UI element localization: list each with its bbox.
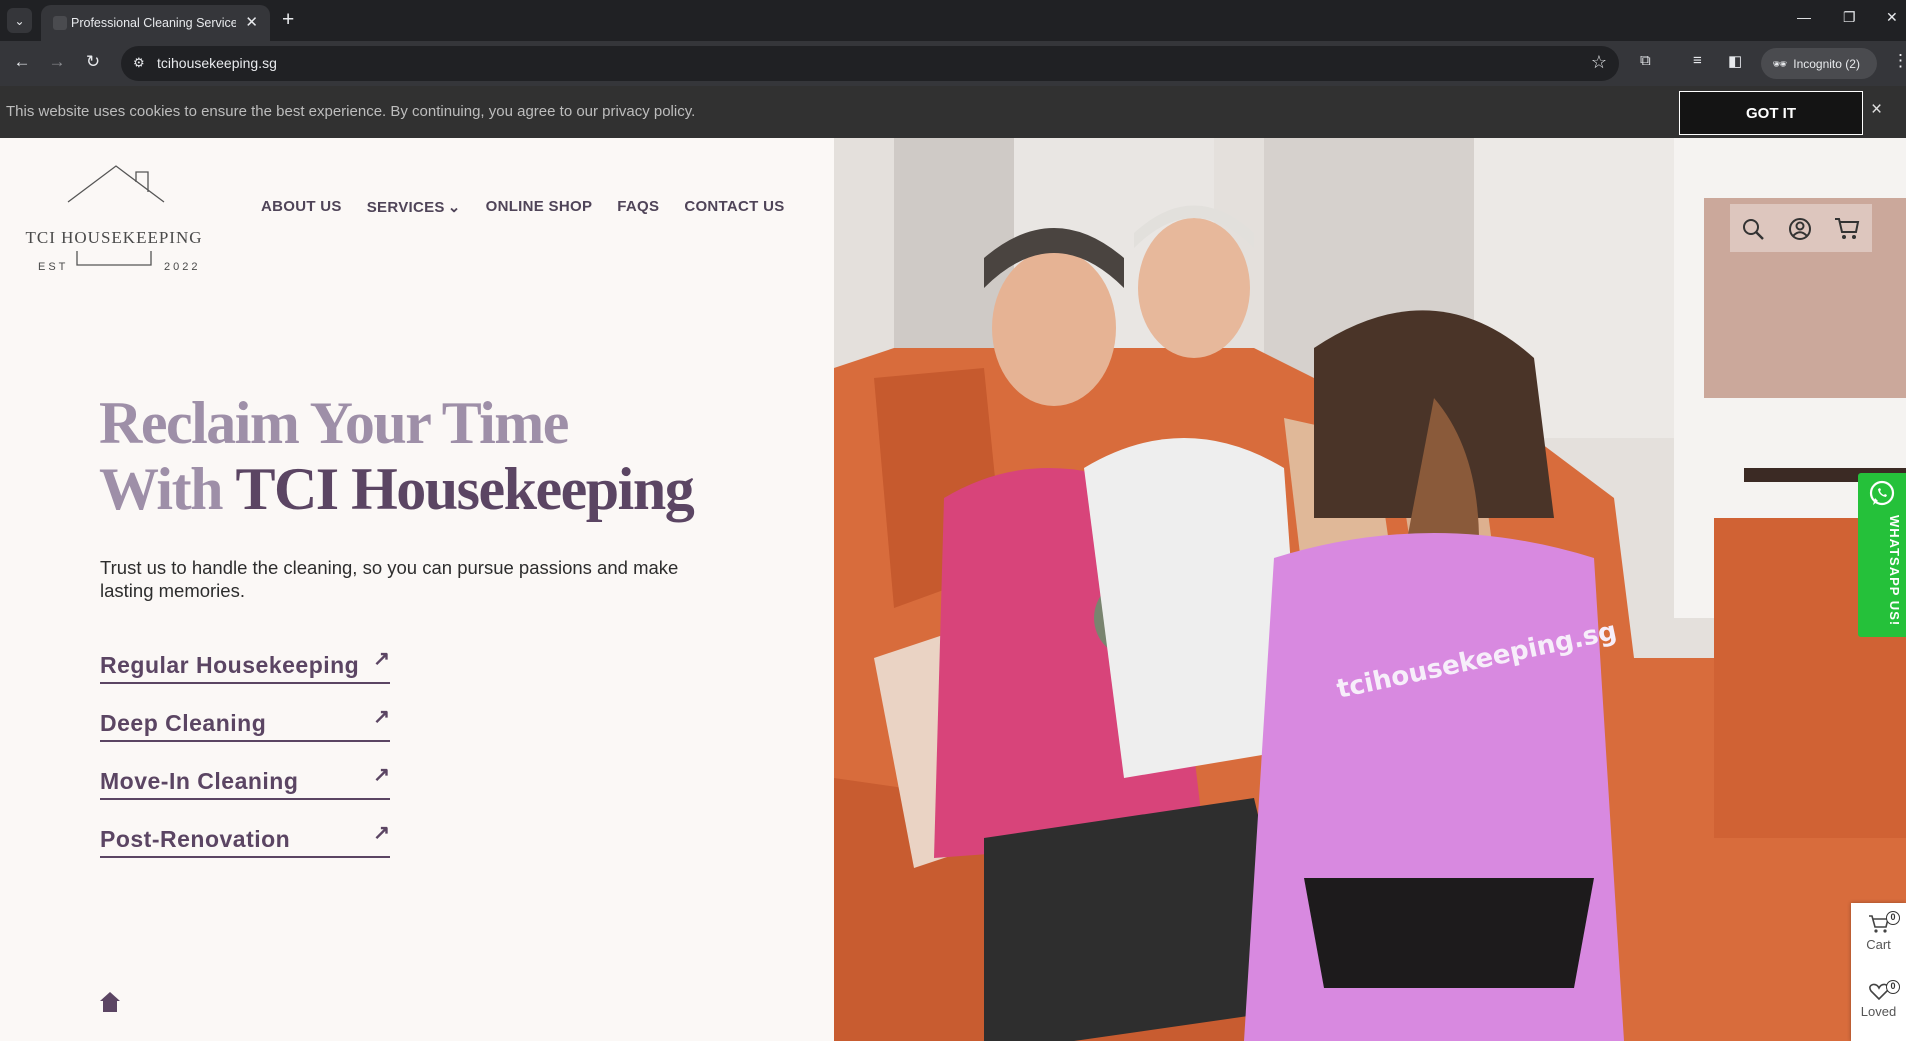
service-link-regular-housekeeping[interactable]: Regular Housekeeping ↗ (100, 626, 390, 684)
tab-search-button[interactable]: ⌄ (7, 8, 32, 33)
service-label: Regular Housekeeping (100, 652, 360, 678)
side-loved-button[interactable]: Loved 0 (1851, 980, 1906, 1019)
loved-label: Loved (1860, 1004, 1897, 1019)
cookie-close-icon[interactable]: × (1871, 99, 1882, 121)
service-label: Deep Cleaning (100, 710, 267, 736)
headline-line-1: Reclaim Your Time (99, 390, 569, 456)
browser-toolbar: ← → ↻ ⚙ tcihousekeeping.sg ☆ ⧉ ≡ ◧ 🕶 Inc… (0, 41, 1906, 86)
reload-icon[interactable]: ↻ (82, 52, 104, 72)
tab-close-icon[interactable]: ✕ (245, 13, 258, 31)
cart-icon[interactable] (1834, 216, 1860, 240)
hero-left-panel: TCI HOUSEKEEPING EST 2022 ABOUT US SERVI… (0, 138, 834, 1041)
side-panel-icon[interactable]: ◧ (1728, 52, 1742, 70)
got-it-button[interactable]: GOT IT (1679, 91, 1863, 135)
side-cart-button[interactable]: Cart 0 (1851, 911, 1906, 952)
browser-tab-bar: ⌄ Professional Cleaning Services ✕ + — ❐… (0, 0, 1906, 41)
house-logo-icon (67, 165, 165, 266)
forward-icon[interactable]: → (46, 52, 68, 72)
headline-with: With (99, 456, 223, 522)
nav-about-us[interactable]: ABOUT US (261, 198, 342, 216)
search-icon[interactable] (1741, 217, 1765, 241)
whatsapp-icon (1869, 480, 1895, 506)
new-tab-button[interactable]: + (282, 8, 294, 32)
loved-count-badge: 0 (1886, 980, 1900, 994)
logo-year: 2022 (164, 261, 201, 273)
logo-est: EST (38, 261, 69, 273)
chevron-down-icon: ⌄ (447, 199, 461, 216)
side-cart-widget: Cart 0 Loved 0 (1851, 903, 1906, 1041)
media-controls-icon[interactable]: ≡ (1693, 52, 1702, 69)
hero-photo: tcihousekeeping.sg (834, 138, 1906, 1041)
incognito-label: Incognito (2) (1793, 56, 1860, 71)
cart-count-badge: 0 (1886, 911, 1900, 925)
address-bar[interactable]: ⚙ tcihousekeeping.sg ☆ (121, 46, 1619, 81)
service-link-deep-cleaning[interactable]: Deep Cleaning ↗ (100, 684, 390, 742)
nav-faqs[interactable]: FAQS (617, 198, 659, 216)
incognito-badge[interactable]: 🕶 Incognito (2) (1761, 48, 1877, 79)
nav-contact-us[interactable]: CONTACT US (684, 198, 784, 216)
window-close-icon[interactable]: ✕ (1886, 9, 1898, 26)
arrow-up-right-icon: ↗ (373, 822, 390, 844)
back-icon[interactable]: ← (11, 52, 33, 72)
home-icon[interactable] (99, 991, 121, 1013)
site-info-icon[interactable]: ⚙ (133, 55, 145, 71)
service-label: Move-In Cleaning (100, 768, 299, 794)
service-label: Post-Renovation (100, 826, 291, 852)
logo-wordmark: TCI HOUSEKEEPING (25, 228, 203, 247)
cookie-banner: This website uses cookies to ensure the … (0, 86, 1906, 138)
favicon-icon (53, 16, 67, 30)
restore-icon[interactable]: ❐ (1843, 9, 1856, 26)
hero-subtext: Trust us to handle the cleaning, so you … (100, 557, 679, 601)
service-link-post-renovation[interactable]: Post-Renovation ↗ (100, 800, 390, 858)
header-icon-bar (1730, 204, 1872, 252)
bookmark-star-icon[interactable]: ☆ (1591, 52, 1607, 73)
arrow-up-right-icon: ↗ (373, 706, 390, 728)
cookie-text: This website uses cookies to ensure the … (6, 103, 696, 120)
extensions-icon[interactable]: ⧉ (1640, 52, 1651, 69)
hero-photo-illustration: tcihousekeeping.sg (834, 138, 1906, 1041)
headline-brand: TCI Housekeeping (235, 456, 694, 522)
incognito-icon: 🕶 (1772, 56, 1788, 71)
nav-services[interactable]: SERVICES ⌄ (367, 198, 461, 216)
service-link-move-in-cleaning[interactable]: Move-In Cleaning ↗ (100, 742, 390, 800)
url-text[interactable]: tcihousekeeping.sg (157, 55, 277, 71)
main-navigation: ABOUT US SERVICES ⌄ ONLINE SHOP FAQS CONT… (261, 198, 785, 216)
arrow-up-right-icon: ↗ (373, 648, 390, 670)
browser-menu-icon[interactable]: ⋮ (1892, 51, 1906, 71)
cart-label: Cart (1866, 937, 1891, 952)
site-logo[interactable]: TCI HOUSEKEEPING EST 2022 (24, 152, 204, 273)
service-links: Regular Housekeeping ↗ Deep Cleaning ↗ M… (100, 626, 390, 858)
nav-online-shop[interactable]: ONLINE SHOP (486, 198, 593, 216)
browser-tab-active[interactable]: Professional Cleaning Services ✕ (41, 5, 270, 41)
account-icon[interactable] (1788, 217, 1812, 241)
hero-headline: Reclaim Your Time With TCI Housekeeping (99, 390, 695, 522)
arrow-up-right-icon: ↗ (373, 764, 390, 786)
tab-title: Professional Cleaning Services (71, 16, 236, 30)
nav-services-label: SERVICES (366, 199, 445, 216)
minimize-icon[interactable]: — (1797, 9, 1811, 25)
whatsapp-label[interactable]: WHATSAPP US! (1887, 515, 1902, 626)
